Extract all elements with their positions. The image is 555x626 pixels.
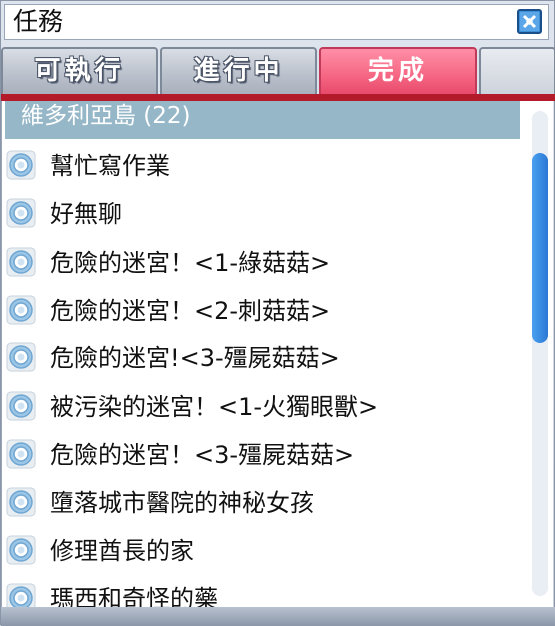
quest-list[interactable]: 維多利亞島 (22) 幫忙寫作業 好無聊 危險的迷宮！<1-綠菇菇> 危險的迷宮… (1, 101, 553, 607)
list-item[interactable]: 危險的迷宮！<2-刺菇菇> (2, 288, 522, 328)
list-item[interactable]: 幫忙寫作業 (2, 143, 522, 183)
quest-complete-icon (6, 198, 36, 228)
list-item-label: 修理酋長的家 (50, 537, 194, 565)
tab-bar: 可執行 進行中 完成 (1, 47, 555, 97)
list-item[interactable]: 被污染的迷宮！<1-火獨眼獸> (2, 384, 522, 424)
list-item[interactable]: 瑪西和奇怪的藥 (2, 576, 522, 607)
list-item-label: 危險的迷宮!<3-殭屍菇菇> (50, 344, 340, 372)
list-item-label: 危險的迷宮！<2-刺菇菇> (50, 297, 331, 325)
quest-complete-icon (6, 150, 36, 180)
close-icon (520, 12, 539, 31)
title-bar[interactable]: 任務 (4, 4, 549, 40)
tab-in-progress[interactable]: 進行中 (160, 47, 317, 94)
scrollbar[interactable] (532, 111, 548, 596)
scrollbar-thumb[interactable] (532, 153, 548, 343)
list-item-label: 危險的迷宮！<3-殭屍菇菇> (50, 441, 355, 469)
tab-completed[interactable]: 完成 (319, 47, 477, 94)
quest-complete-icon (6, 583, 36, 607)
list-item-label: 好無聊 (50, 200, 122, 228)
list-item[interactable]: 好無聊 (2, 191, 522, 231)
window-title: 任務 (13, 7, 64, 36)
quest-complete-icon (6, 342, 36, 372)
close-button[interactable] (517, 9, 542, 34)
list-item[interactable]: 修理酋長的家 (2, 528, 522, 568)
quest-complete-icon (6, 535, 36, 565)
list-item[interactable]: 墮落城市醫院的神秘女孩 (2, 480, 522, 520)
tab-empty (479, 47, 555, 94)
list-item-label: 幫忙寫作業 (50, 152, 170, 180)
list-item-label: 被污染的迷宮！<1-火獨眼獸> (50, 393, 379, 421)
tab-divider (1, 94, 555, 101)
quest-complete-icon (6, 391, 36, 421)
quest-window: 任務 可執行 進行中 完成 維多利亞島 (22) 幫忙寫作業 好無聊 危險的迷宮… (0, 0, 555, 626)
quest-complete-icon (6, 439, 36, 469)
group-header[interactable]: 維多利亞島 (22) (5, 101, 520, 139)
quest-complete-icon (6, 487, 36, 517)
window-footer (1, 607, 555, 626)
list-item[interactable]: 危險的迷宮!<3-殭屍菇菇> (2, 335, 522, 375)
list-item[interactable]: 危險的迷宮！<1-綠菇菇> (2, 240, 522, 280)
quest-complete-icon (6, 295, 36, 325)
tab-available[interactable]: 可執行 (1, 47, 158, 94)
list-item-label: 瑪西和奇怪的藥 (50, 585, 218, 607)
list-item[interactable]: 危險的迷宮！<3-殭屍菇菇> (2, 432, 522, 472)
list-item-label: 危險的迷宮！<1-綠菇菇> (50, 249, 331, 277)
quest-complete-icon (6, 247, 36, 277)
list-item-label: 墮落城市醫院的神秘女孩 (50, 489, 314, 517)
